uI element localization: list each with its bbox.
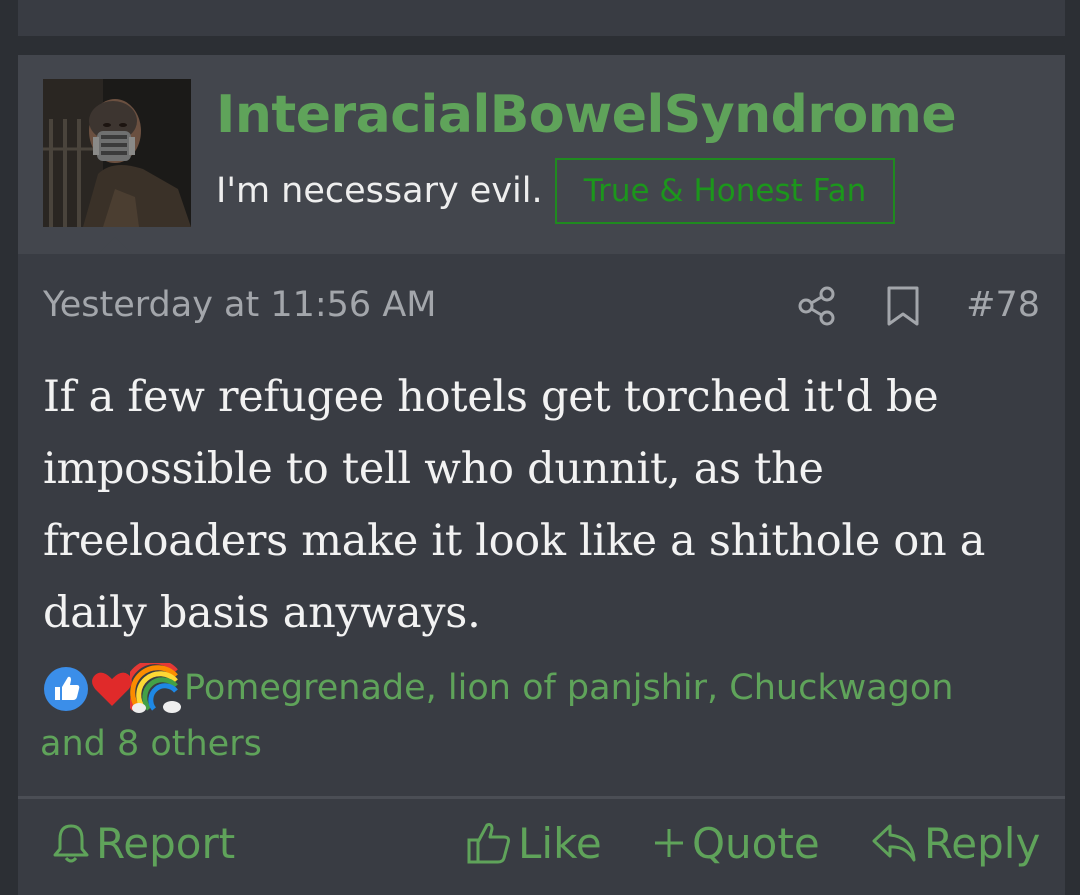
reply-button[interactable]: Reply [870, 815, 1040, 871]
reply-arrow-icon [872, 824, 916, 862]
header-pointer-arrow [98, 237, 132, 254]
rainbow-icon [130, 663, 181, 713]
user-title: I'm necessary evil. [216, 171, 543, 211]
username-link[interactable]: InteracialBowelSyndrome [216, 85, 957, 145]
reactions-summary[interactable]: Pomegrenade, lion of panjshir, Chuckwago… [40, 660, 1040, 772]
bell-icon [53, 824, 89, 863]
post-body: If a few refugee hotels get torched it'd… [43, 361, 1043, 649]
quote-label: Quote [692, 818, 820, 868]
like-label: Like [518, 818, 602, 868]
post-user-header: InteracialBowelSyndrome I'm necessary ev… [18, 55, 1065, 254]
user-avatar[interactable] [43, 79, 191, 227]
report-label: Report [96, 818, 236, 868]
reaction-icons [40, 660, 184, 716]
reaction-users-text[interactable]: Pomegrenade, lion of panjshir, Chuckwago… [184, 668, 954, 708]
plus-icon [655, 829, 683, 857]
avatar-image [43, 79, 191, 227]
post-date-link[interactable]: Yesterday at 11:56 AM [43, 285, 436, 325]
report-button[interactable]: Report [52, 815, 235, 871]
post-footer-divider [18, 796, 1065, 799]
share-icon[interactable] [796, 285, 838, 327]
post-number-link[interactable]: #78 [966, 285, 1040, 325]
post-body-line: daily basis anyways. [43, 588, 481, 638]
post-body-line: impossible to tell who dunnit, as the [43, 444, 824, 494]
thumbs-up-icon [41, 664, 91, 714]
thumbs-up-outline-icon [467, 823, 510, 864]
post-body-line: If a few refugee hotels get torched it'd… [43, 372, 939, 422]
post-body-line: freeloaders make it look like a shithole… [43, 516, 986, 566]
user-banner: True & Honest Fan [555, 158, 895, 224]
reply-label: Reply [924, 818, 1041, 868]
quote-button[interactable]: Quote [652, 815, 820, 871]
reaction-others-text[interactable]: and 8 others [40, 724, 262, 764]
previous-post-bottom [18, 0, 1065, 36]
like-button[interactable]: Like [466, 815, 602, 871]
bookmark-icon[interactable] [884, 285, 922, 327]
forum-post: InteracialBowelSyndrome I'm necessary ev… [18, 55, 1065, 895]
